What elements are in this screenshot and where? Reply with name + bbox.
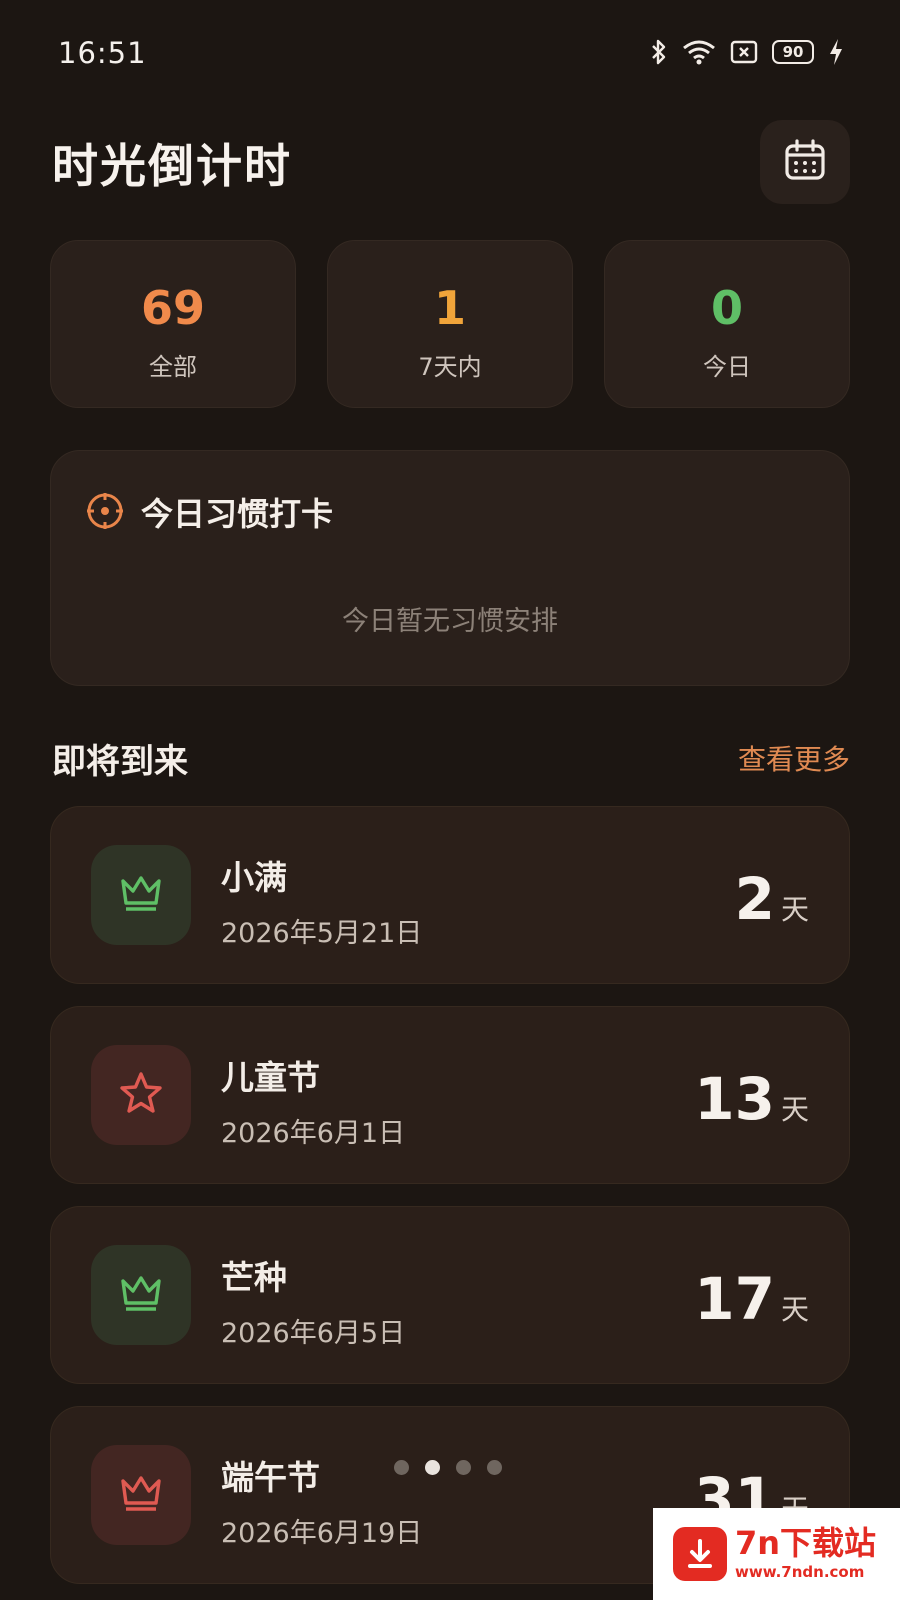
event-card[interactable]: 芒种 2026年6月5日 17 天: [50, 1206, 850, 1384]
bluetooth-icon: [650, 38, 668, 66]
event-icon-box: [91, 1045, 191, 1145]
stat-value: 1: [433, 281, 466, 335]
watermark: 7n下载站 www.7ndn.com: [653, 1508, 900, 1600]
event-date: 2026年6月5日: [221, 1318, 406, 1349]
crown-icon: [119, 873, 163, 917]
crown-icon: [119, 1273, 163, 1317]
stat-label: 今日: [703, 353, 751, 381]
sim-off-icon: [730, 40, 758, 64]
stat-value: 0: [710, 281, 743, 335]
stat-card-all[interactable]: 69 全部: [50, 240, 296, 408]
upcoming-title: 即将到来: [52, 742, 188, 782]
calendar-button[interactable]: [760, 120, 850, 204]
status-icons: 90: [650, 38, 844, 66]
event-name: 儿童节: [221, 1058, 320, 1097]
watermark-title: 7n下载站: [735, 1524, 877, 1562]
calendar-icon: [783, 138, 827, 186]
event-icon-box: [91, 1445, 191, 1545]
habit-title: 今日习惯打卡: [141, 495, 334, 533]
days-unit: 天: [780, 893, 809, 926]
crown-icon: [119, 1473, 163, 1517]
page-title: 时光倒计时: [52, 139, 292, 193]
stat-card-today[interactable]: 0 今日: [604, 240, 850, 408]
page-dot[interactable]: [456, 1460, 471, 1475]
days-unit: 天: [780, 1293, 809, 1326]
download-arrow-icon: [673, 1527, 727, 1581]
charging-icon: [828, 38, 844, 66]
stat-label: 全部: [149, 353, 197, 381]
event-icon-box: [91, 845, 191, 945]
page-dot[interactable]: [394, 1460, 409, 1475]
status-bar: 16:51 90: [0, 0, 900, 110]
event-name: 小满: [221, 858, 287, 897]
habit-empty-text: 今日暂无习惯安排: [342, 606, 558, 637]
event-card[interactable]: 小满 2026年5月21日 2 天: [50, 806, 850, 984]
stat-card-week[interactable]: 1 7天内: [327, 240, 573, 408]
page-indicator: [394, 1460, 502, 1475]
event-countdown: 17 天: [694, 1265, 809, 1333]
event-date: 2026年6月19日: [221, 1518, 423, 1549]
event-countdown: 2 天: [735, 865, 809, 933]
days-number: 17: [694, 1265, 775, 1333]
event-name: 端午节: [221, 1458, 320, 1497]
battery-icon: 90: [772, 40, 814, 64]
days-number: 13: [694, 1065, 775, 1133]
days-number: 2: [734, 865, 775, 933]
habit-card[interactable]: 今日习惯打卡 今日暂无习惯安排: [50, 450, 850, 686]
stat-label: 7天内: [418, 353, 482, 381]
page-dot-active[interactable]: [425, 1460, 440, 1475]
stat-value: 69: [140, 281, 205, 335]
days-unit: 天: [780, 1093, 809, 1126]
view-more-link[interactable]: 查看更多: [738, 738, 850, 778]
event-card[interactable]: 儿童节 2026年6月1日 13 天: [50, 1006, 850, 1184]
target-icon: [85, 491, 125, 535]
star-icon: [118, 1070, 164, 1120]
watermark-url: www.7ndn.com: [735, 1563, 865, 1581]
event-icon-box: [91, 1245, 191, 1345]
event-name: 芒种: [221, 1258, 287, 1297]
wifi-icon: [682, 38, 716, 66]
event-countdown: 13 天: [694, 1065, 809, 1133]
battery-level: 90: [772, 40, 814, 64]
event-date: 2026年5月21日: [221, 918, 423, 949]
event-date: 2026年6月1日: [221, 1118, 406, 1149]
page-dot[interactable]: [487, 1460, 502, 1475]
status-time: 16:51: [58, 36, 147, 70]
